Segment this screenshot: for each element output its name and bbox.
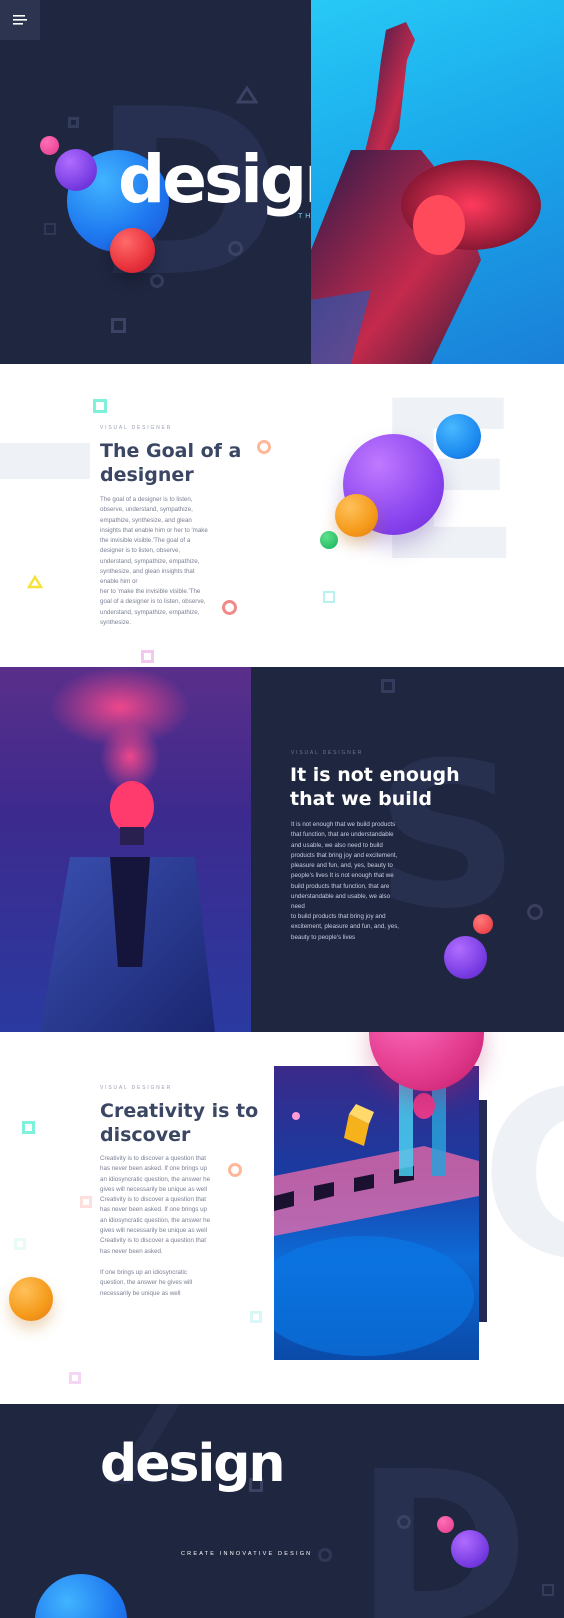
red-sphere — [473, 914, 493, 934]
square-outline-icon — [323, 591, 335, 603]
triangle-outline-icon — [236, 86, 258, 104]
square-outline-icon — [141, 650, 154, 663]
build-eyebrow: VISUAL DESIGNER — [291, 750, 364, 756]
square-outline-icon — [80, 1196, 92, 1208]
surreal-scene — [274, 1066, 479, 1356]
creativity-heading-line2: discover — [100, 1124, 191, 1146]
ring-icon — [228, 1163, 242, 1177]
purple-sphere — [444, 936, 487, 979]
footer-section: D design CREATE INNOVATIVE DESIGN — [0, 1404, 564, 1618]
goal-paragraph-1: The goal of a designer is to listen, obs… — [100, 496, 208, 586]
square-outline-icon — [22, 1121, 35, 1134]
build-heading-line1: It is not enough — [290, 764, 460, 786]
creativity-paragraph-1: Creativity is to discover a question tha… — [100, 1155, 211, 1255]
pink-sphere — [40, 136, 59, 155]
square-outline-icon — [69, 1372, 81, 1384]
ring-icon — [397, 1515, 411, 1529]
creativity-eyebrow: VISUAL DESIGNER — [100, 1085, 173, 1091]
build-heading-line2: that we build — [290, 788, 432, 810]
red-sphere — [110, 228, 155, 273]
purple-sphere — [451, 1530, 489, 1568]
square-outline-icon — [68, 117, 79, 128]
square-outline-icon — [381, 679, 395, 693]
goal-heading-line2: designer — [100, 464, 194, 486]
creativity-heading-line1: Creativity is to — [100, 1100, 259, 1122]
goal-eyebrow: VISUAL DESIGNER — [100, 425, 173, 431]
square-outline-icon — [250, 1311, 262, 1323]
square-outline-icon — [111, 318, 126, 333]
man-smoke-silhouette — [40, 667, 215, 1032]
hero-photo — [311, 0, 564, 364]
ring-icon — [318, 1548, 332, 1562]
footer-tagline: CREATE INNOVATIVE DESIGN — [181, 1551, 313, 1557]
pink-sphere — [437, 1516, 454, 1533]
triangle-icon — [27, 575, 43, 589]
goal-paragraph-2: her to 'make the invisible visible.'The … — [100, 588, 206, 626]
ring-icon — [222, 600, 237, 615]
smoke-photo — [0, 667, 251, 1032]
purple-sphere — [55, 149, 97, 191]
creativity-section: G VISUAL DESIGNER Creativity is to disco… — [0, 1032, 564, 1404]
ring-icon — [257, 440, 271, 454]
orange-sphere — [9, 1277, 53, 1321]
goal-section: E VISUAL DESIGNER The Goal of a designer… — [0, 364, 564, 667]
square-outline-icon — [93, 399, 107, 413]
hamburger-menu-icon — [13, 15, 27, 25]
build-paragraph-1: It is not enough that we build products … — [291, 821, 398, 911]
hero-section: D design THINKING — [0, 0, 564, 364]
menu-button[interactable] — [0, 0, 40, 40]
ring-icon — [150, 274, 164, 288]
dancer-silhouette — [311, 22, 541, 364]
green-sphere — [320, 531, 338, 549]
creativity-paragraph-2: If one brings up an idiosyncratic questi… — [100, 1269, 193, 1297]
ring-icon — [527, 904, 543, 920]
blue-sphere — [436, 414, 481, 459]
square-outline-icon — [14, 1238, 26, 1250]
creativity-bg-letter: G — [480, 1062, 564, 1292]
square-outline-icon — [44, 223, 56, 235]
surreal-photo — [274, 1066, 479, 1360]
square-outline-icon — [542, 1584, 554, 1596]
orange-sphere — [335, 494, 378, 537]
blue-sphere — [35, 1574, 127, 1618]
goal-heading-line1: The Goal of a — [100, 440, 242, 462]
grey-bar — [0, 443, 90, 479]
footer-title: design — [100, 1434, 286, 1494]
build-section: S VISUAL DESIGNER It is not enough that … — [0, 667, 564, 1032]
build-paragraph-2: to build products that bring joy and exc… — [291, 913, 400, 941]
ring-icon — [228, 241, 243, 256]
